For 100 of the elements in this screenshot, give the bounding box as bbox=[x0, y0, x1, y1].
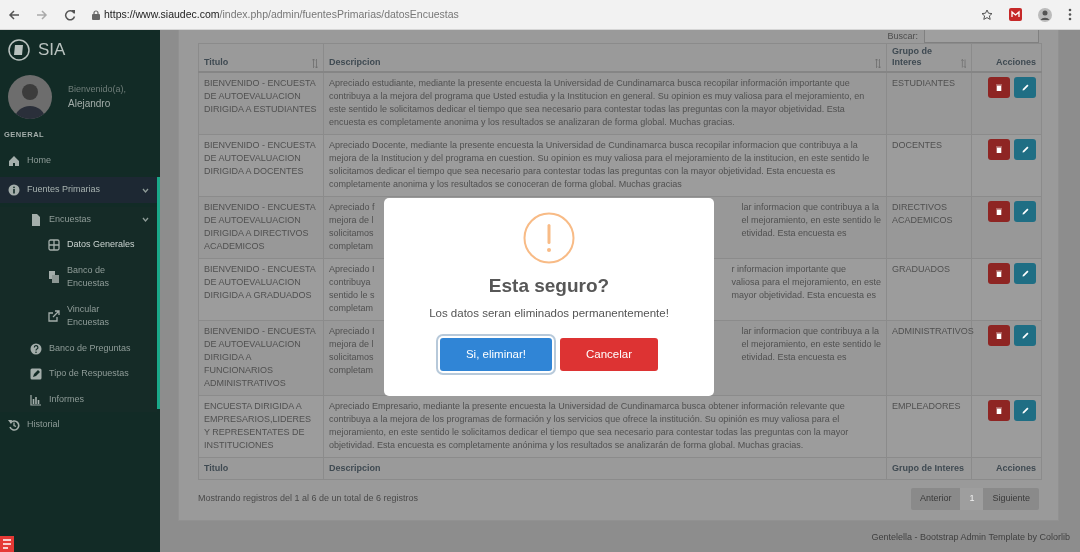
grid-icon bbox=[48, 239, 60, 251]
delete-button[interactable] bbox=[988, 400, 1010, 421]
nav-label[interactable]: Home bbox=[27, 153, 51, 168]
profile-icon[interactable] bbox=[1038, 7, 1052, 22]
chevron-down-icon bbox=[142, 216, 149, 223]
nav-label[interactable]: Fuentes Primarias bbox=[27, 183, 101, 197]
edit-button[interactable] bbox=[1014, 201, 1036, 222]
nav-label[interactable]: Vincular Encuestas bbox=[67, 302, 137, 330]
edit-button[interactable] bbox=[1014, 400, 1036, 421]
table-cell: DIRECTIVOS ACADEMICOS bbox=[886, 196, 972, 259]
trash-icon bbox=[996, 407, 1002, 414]
lock-icon bbox=[92, 9, 100, 20]
description-fragment: r informacion importante que bbox=[731, 263, 847, 276]
back-icon[interactable] bbox=[8, 8, 20, 21]
delete-button[interactable] bbox=[988, 77, 1010, 98]
edit-button[interactable] bbox=[1014, 77, 1036, 98]
table-info: Mostrando registros del 1 al 6 de un total de 6 registros bbox=[198, 492, 419, 505]
confirm-button[interactable]: Si, eliminar! bbox=[439, 337, 552, 371]
nav-label[interactable]: Banco de Preguntas bbox=[49, 341, 131, 356]
nav-label[interactable]: Tipo de Respuestas bbox=[49, 367, 129, 381]
nav-item[interactable]: Datos Generales bbox=[0, 232, 157, 258]
table-cell: ESTUDIANTES bbox=[886, 72, 972, 135]
brand-name[interactable]: SIA bbox=[38, 37, 66, 63]
description-fragment: mejora de l bbox=[329, 338, 375, 351]
app-icon bbox=[0, 536, 14, 552]
description-fragment: mejora de l bbox=[329, 214, 375, 227]
url-field[interactable]: https://www.siaudec.com/index.php/admin/fuentesPrimarias/datosEncuestas bbox=[104, 6, 459, 23]
history-icon bbox=[8, 419, 20, 431]
nav-label[interactable]: Encuestas bbox=[49, 212, 92, 227]
pencil-icon bbox=[1021, 84, 1029, 91]
table-cell: ADMINISTRATIVOS bbox=[886, 320, 972, 396]
nav-item[interactable]: Banco de Preguntas bbox=[0, 335, 157, 362]
column-footer: Titulo bbox=[198, 457, 324, 480]
delete-button[interactable] bbox=[988, 201, 1010, 222]
footer-text: Gentelella - Bootstrap Admin Template by Colorlib bbox=[870, 530, 1071, 544]
description-fragment: completam bbox=[329, 364, 374, 377]
table-cell: GRADUADOS bbox=[886, 258, 972, 321]
table-cell: EMPLEADORES bbox=[886, 395, 972, 458]
nav-item[interactable]: Vincular Encuestas bbox=[0, 296, 157, 336]
pencil-icon bbox=[1021, 146, 1029, 153]
user-name: Alejandro bbox=[68, 97, 112, 111]
nav-item[interactable]: Informes bbox=[0, 386, 157, 413]
description-fragment: valiosa para el mejoramiento, en este bbox=[731, 276, 881, 289]
description-fragment: solicitamos bbox=[329, 351, 375, 364]
column-footer: Grupo de Interes bbox=[886, 457, 972, 480]
trash-icon bbox=[996, 84, 1002, 91]
table-cell: BIENVENIDO - ENCUESTA DE AUTOEVALUACION DIRIGIDA A GRADUADOS bbox=[198, 258, 324, 321]
description-fragment: el mejoramiento, en este sentido le bbox=[741, 338, 881, 351]
documents-icon bbox=[48, 271, 60, 284]
warning-icon bbox=[523, 212, 575, 264]
description-fragment: Apreciado f bbox=[329, 201, 376, 214]
edit-button[interactable] bbox=[1014, 263, 1036, 284]
dialog-message: Los datos seran eliminados permanentemente! bbox=[429, 305, 669, 321]
delete-button[interactable] bbox=[988, 325, 1010, 346]
column-footer: Descripcion bbox=[323, 457, 887, 480]
delete-button[interactable] bbox=[988, 139, 1010, 160]
search-label: Buscar: bbox=[887, 29, 918, 43]
nav-item[interactable]: Historial bbox=[0, 412, 157, 438]
description-fragment: lar informacion que contribuya a la bbox=[741, 325, 880, 338]
pencil-square-icon bbox=[30, 368, 42, 380]
pencil-icon bbox=[1021, 332, 1029, 339]
description-fragment: etividad. Esta encuesta es bbox=[741, 351, 848, 364]
table-cell: BIENVENIDO - ENCUESTA DE AUTOEVALUACION DIRIGIDA A DOCENTES bbox=[198, 134, 324, 197]
bar-chart-icon bbox=[30, 393, 42, 406]
pencil-icon bbox=[1021, 270, 1029, 277]
nav-label[interactable]: Historial bbox=[27, 418, 60, 432]
nav-label[interactable]: Datos Generales bbox=[67, 238, 135, 252]
description-fragment: sentido le s bbox=[329, 289, 376, 302]
nav-item[interactable]: Tipo de Respuestas bbox=[0, 361, 157, 387]
nav-label[interactable]: Banco de Encuestas bbox=[67, 263, 137, 291]
trash-icon bbox=[996, 208, 1002, 215]
edit-button[interactable] bbox=[1014, 139, 1036, 160]
star-icon[interactable] bbox=[981, 8, 993, 21]
search-field[interactable] bbox=[924, 30, 1039, 43]
chevron-down-icon bbox=[142, 186, 149, 194]
pencil-icon bbox=[1021, 208, 1029, 215]
nav-item[interactable]: Encuestas bbox=[0, 206, 157, 233]
column-header[interactable]: Descripcion bbox=[329, 57, 381, 68]
nav-item[interactable]: Fuentes Primarias bbox=[0, 177, 157, 203]
home-icon bbox=[8, 154, 20, 167]
edit-button[interactable] bbox=[1014, 325, 1036, 346]
column-header[interactable]: Titulo bbox=[204, 57, 229, 68]
description-fragment: solicitamos bbox=[329, 227, 375, 240]
nav-item[interactable]: Banco de Encuestas bbox=[0, 257, 157, 297]
more-icon[interactable] bbox=[1068, 8, 1072, 21]
pencil-icon bbox=[1021, 407, 1029, 414]
cancel-button[interactable]: Cancelar bbox=[560, 337, 659, 371]
nav-item[interactable]: Home bbox=[0, 147, 157, 174]
table-cell: Apreciado Docente, mediante la presente encuesta la Universidad de Cundinamarca busca recopilar informacion que contribuya a la mejora de la Institucion y del programa en cuestion. Su opinion es muy valiosa para el mejoramiento de la institucion, en este sentido le solicitamos dedicar el tiempo que sea necesario para contestar todas las preguntas con la mayor objetividad. Esta encuesta es completamente anonima y los resultados se conoceran de forma global. Muchas gracias bbox=[323, 134, 887, 197]
table-cell: Apreciado Empresario, mediante la presente encuesta la Universidad de Cundinamarca busca obtener información relevante que contribuya a la mejora de los programas de formación y los servicios que ofrece la institución. Su opinión es muy valiosa para el mejoramiento, en este sentido le solicitamos dedicar el tiempo que sea necesario para contestar todas las preguntas con la mayor objetividad. Esta encuesta es completamente anónima y los resultados se analizarán de forma global. Muchas gracias. bbox=[323, 395, 887, 458]
dialog-title: Esta seguro? bbox=[488, 274, 610, 298]
reload-icon[interactable] bbox=[64, 8, 76, 21]
description-fragment: el mejoramiento, en este sentido le bbox=[741, 214, 881, 227]
description-fragment: etividad. Esta encuesta es bbox=[741, 227, 848, 240]
description-fragment: contribuya bbox=[329, 276, 372, 289]
trash-icon bbox=[996, 332, 1002, 339]
extension-icon[interactable] bbox=[1009, 8, 1022, 21]
nav-label[interactable]: Informes bbox=[49, 392, 84, 407]
external-link-icon bbox=[48, 310, 60, 323]
delete-button[interactable] bbox=[988, 263, 1010, 284]
